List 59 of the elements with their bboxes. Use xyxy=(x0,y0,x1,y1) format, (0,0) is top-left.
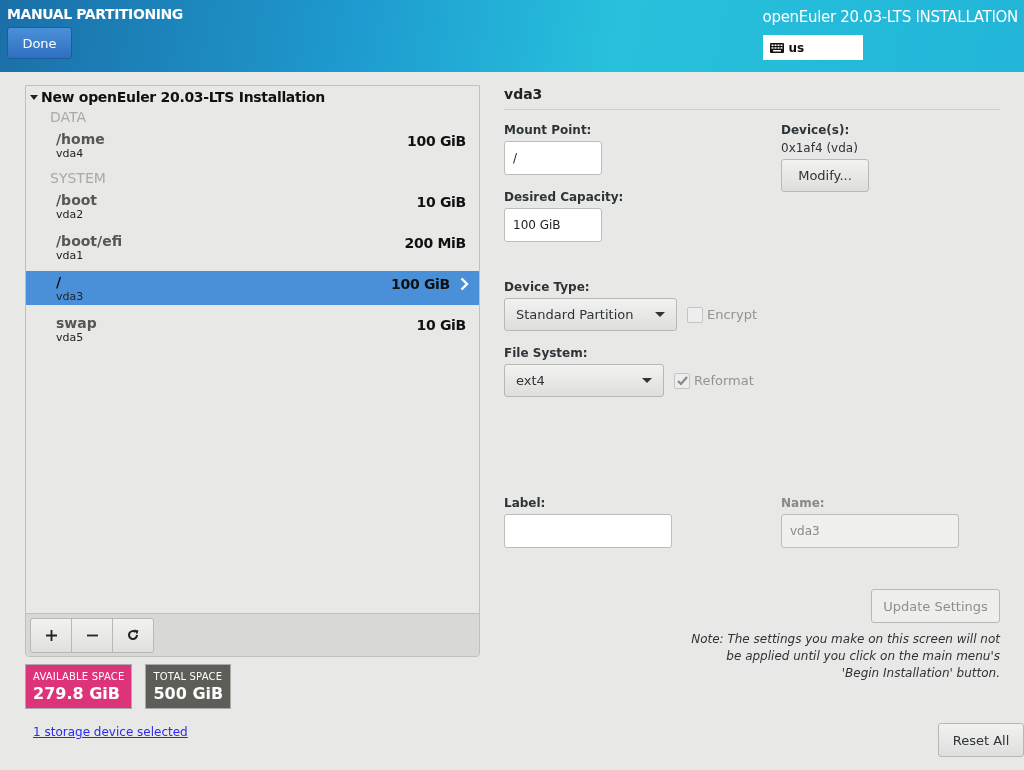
partition-item[interactable]: /boot vda2 10 GiB xyxy=(26,189,479,223)
field-label: File System: xyxy=(504,346,589,360)
product-title: openEuler 20.03-LTS INSTALLATION xyxy=(762,8,1018,26)
partition-size: 200 MiB xyxy=(404,235,466,251)
device-label: vda4 xyxy=(56,146,85,160)
device-label: vda1 xyxy=(56,248,85,262)
modify-button[interactable]: Modify... xyxy=(781,159,869,192)
field-label: Mount Point: xyxy=(504,123,593,137)
screen-title: MANUAL PARTITIONING xyxy=(7,6,183,22)
mount-point-label: swap xyxy=(56,314,98,331)
space-value: 279.8 GiB xyxy=(33,684,121,703)
done-button[interactable]: Done xyxy=(7,27,72,59)
storage-device-link[interactable]: 1 storage device selected xyxy=(33,725,188,739)
group-heading: SYSTEM xyxy=(49,169,107,188)
add-partition-button[interactable] xyxy=(30,617,72,653)
device-label: vda5 xyxy=(56,330,84,344)
partition-item[interactable]: /home vda4 100 GiB xyxy=(26,128,479,162)
chevron-icon xyxy=(460,277,469,291)
device-name: 0x1af4 (vda) xyxy=(781,141,859,155)
keyboard-layout-indicator[interactable]: us xyxy=(762,35,863,60)
mount-point-label: / xyxy=(56,273,63,290)
mount-point-label: /home xyxy=(56,130,106,147)
partition-size: 100 GiB xyxy=(407,133,466,149)
field-label: Desired Capacity: xyxy=(504,190,625,204)
dropdown-arrow-icon xyxy=(655,312,665,317)
space-value: 500 GiB xyxy=(153,684,224,703)
partition-size: 10 GiB xyxy=(416,317,466,333)
mount-point-label: /boot xyxy=(56,191,99,208)
label-field[interactable] xyxy=(504,514,672,548)
partition-item[interactable]: / vda3 100 GiB xyxy=(26,271,479,305)
dropdown-arrow-icon xyxy=(642,378,652,383)
reset-all-button[interactable]: Reset All xyxy=(938,723,1024,757)
field-label: Device Type: xyxy=(504,280,591,294)
space-label: TOTAL SPACE xyxy=(153,671,224,682)
partition-size: 100 GiB xyxy=(391,276,450,292)
tree-root-item[interactable]: New openEuler 20.03-LTS Installation xyxy=(26,86,479,108)
mount-point-field[interactable]: / xyxy=(504,141,602,175)
partition-item[interactable]: swap vda5 10 GiB xyxy=(26,312,479,346)
partition-item[interactable]: /boot/efi vda1 200 MiB xyxy=(26,230,479,264)
field-label: Name: xyxy=(781,496,826,510)
group-heading: DATA xyxy=(49,108,88,127)
note-text: Note: The settings you make on this screen will not be applied until you click on the main menu's 'Begin Installation' button. xyxy=(690,631,1000,682)
plus-icon xyxy=(45,629,57,641)
refresh-icon xyxy=(127,629,139,641)
device-label: vda3 xyxy=(56,289,85,303)
capacity-field[interactable]: 100 GiB xyxy=(504,208,602,242)
partition-title: vda3 xyxy=(504,85,1000,110)
file-system-dropdown[interactable]: ext4 xyxy=(504,364,664,397)
keyboard-layout-label: us xyxy=(788,40,805,55)
mount-point-label: /boot/efi xyxy=(56,232,124,249)
tree-root-label: New openEuler 20.03-LTS Installation xyxy=(41,89,325,105)
device-label: vda2 xyxy=(56,207,85,221)
space-label: AVAILABLE SPACE xyxy=(33,671,125,682)
partition-size: 10 GiB xyxy=(416,194,466,210)
refresh-button[interactable] xyxy=(112,617,154,653)
field-label: Label: xyxy=(504,496,547,510)
field-label: Device(s): xyxy=(781,123,851,137)
keyboard-icon xyxy=(769,42,784,53)
device-type-dropdown[interactable]: Standard Partition xyxy=(504,298,677,331)
